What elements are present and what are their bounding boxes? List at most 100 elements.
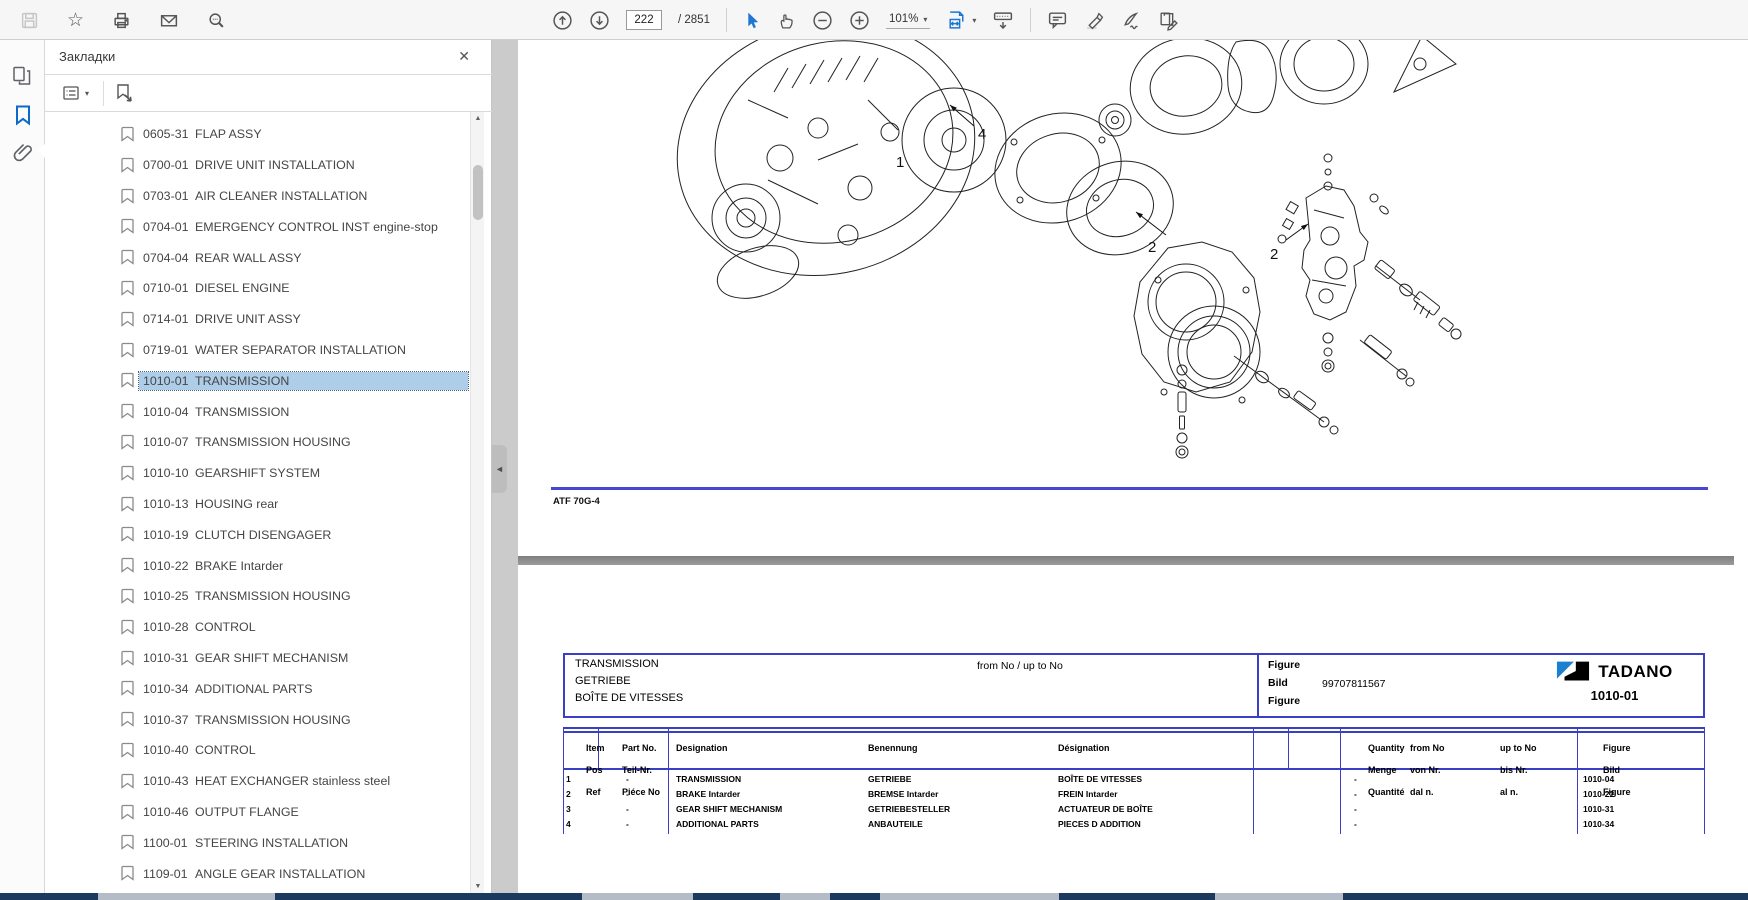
bookmark-item[interactable]: 1010-34ADDITIONAL PARTS	[45, 673, 470, 704]
bookmark-item[interactable]: 0719-01WATER SEPARATOR INSTALLATION	[45, 335, 470, 366]
chevron-down-icon: ▾	[972, 16, 976, 25]
bookmark-options-icon[interactable]: ▾	[61, 83, 89, 103]
bookmark-item[interactable]: 1010-28CONTROL	[45, 612, 470, 643]
bookmark-item[interactable]: 1010-10GEARSHIFT SYSTEM	[45, 458, 470, 489]
bookmark-icon	[121, 342, 134, 358]
bookmark-item[interactable]: 1010-04TRANSMISSION	[45, 396, 470, 427]
hand-tool-icon[interactable]	[777, 11, 796, 30]
bookmark-code: 1010-40	[143, 743, 195, 757]
taskbar-button[interactable]	[780, 893, 830, 900]
brand-name: TADANO	[1598, 662, 1672, 682]
zoom-in-icon[interactable]	[849, 10, 870, 31]
chevron-down-icon: ▾	[923, 15, 927, 24]
scroll-up-icon[interactable]: ▲	[471, 115, 485, 122]
zoom-lens-icon[interactable]	[207, 11, 226, 30]
panel-title: Закладки	[59, 49, 115, 64]
zoom-out-icon[interactable]	[812, 10, 833, 31]
bookmark-label: AIR CLEANER INSTALLATION	[195, 189, 367, 203]
bookmark-item[interactable]: 1010-46OUTPUT FLANGE	[45, 797, 470, 828]
scroll-down-icon[interactable]: ▼	[471, 883, 485, 890]
table-row: 2 - BRAKE Intarder BREMSE Intarder FREIN…	[563, 787, 1705, 802]
bookmark-item[interactable]: 0710-01DIESEL ENGINE	[45, 273, 470, 304]
bookmark-item[interactable]: 0700-01DRIVE UNIT INSTALLATION	[45, 150, 470, 181]
bookmark-item[interactable]: 1010-19CLUTCH DISENGAGER	[45, 519, 470, 550]
bookmark-icon	[121, 711, 134, 727]
bookmarks-header: Закладки ✕	[45, 40, 492, 75]
bookmark-label: TRANSMISSION HOUSING	[195, 713, 351, 727]
bookmark-item[interactable]: 1010-25TRANSMISSION HOUSING	[45, 581, 470, 612]
bookmark-code: 0703-01	[143, 189, 195, 203]
bookmark-code: 0700-01	[143, 158, 195, 172]
toolbar-collapse-icon[interactable]	[992, 10, 1014, 31]
table-grid-line	[1340, 727, 1341, 768]
cell-benennung: GETRIEBESTELLER	[868, 804, 950, 814]
bookmark-label: TRANSMISSION	[195, 405, 289, 419]
save-icon[interactable]	[20, 11, 39, 30]
taskbar-button[interactable]	[98, 893, 275, 900]
bookmark-code: 1010-04	[143, 405, 195, 419]
bookmark-item[interactable]: 1010-01TRANSMISSION	[45, 365, 470, 396]
bookmark-code: 1100-01	[143, 836, 195, 850]
bookmark-icon	[121, 218, 134, 234]
transmission-exploded-diagram: 1 4 2 2	[518, 40, 1734, 556]
print-icon[interactable]	[112, 11, 131, 30]
bookmark-item[interactable]: 1010-40CONTROL	[45, 735, 470, 766]
bookmark-item[interactable]: 0703-01AIR CLEANER INSTALLATION	[45, 181, 470, 212]
cell-benennung: BREMSE Intarder	[868, 789, 938, 799]
highlighter-icon[interactable]	[1084, 10, 1105, 30]
collapse-panel-icon[interactable]: ◄	[492, 445, 507, 493]
page-number-input[interactable]: 222	[626, 10, 662, 30]
bookmarks-toolbar: ▾	[45, 75, 492, 112]
bookmark-item[interactable]: 1010-37TRANSMISSION HOUSING	[45, 704, 470, 735]
bookmarks-panel-icon[interactable]	[10, 102, 36, 128]
bookmark-item[interactable]: 1010-13HOUSING rear	[45, 489, 470, 520]
oil-spec-footnote: ATF 70G-4	[553, 496, 600, 507]
diagram-label-4: 4	[978, 126, 986, 143]
locate-bookmark-icon[interactable]	[113, 82, 135, 104]
bookmark-item[interactable]: 0605-31FLAP ASSY	[45, 119, 470, 150]
next-page-icon[interactable]	[589, 10, 610, 31]
rail-selected-notch	[38, 144, 45, 158]
bookmark-item[interactable]: 1010-22BRAKE Intarder	[45, 550, 470, 581]
windows-taskbar[interactable]	[0, 893, 1748, 900]
bookmark-item[interactable]: 1100-01STEERING INSTALLATION	[45, 827, 470, 858]
taskbar-button[interactable]	[880, 893, 1059, 900]
bookmark-item[interactable]: 1010-43HEAT EXCHANGER stainless steel	[45, 766, 470, 797]
bookmark-item[interactable]: 0704-04REAR WALL ASSY	[45, 242, 470, 273]
star-icon[interactable]: ☆	[67, 11, 84, 30]
cell-part-no: -	[626, 819, 629, 829]
close-icon[interactable]: ✕	[458, 48, 470, 65]
taskbar-button[interactable]	[1215, 893, 1343, 900]
edit-pdf-icon[interactable]	[1158, 10, 1180, 31]
select-tool-icon[interactable]	[743, 11, 761, 30]
taskbar-button[interactable]	[582, 893, 693, 900]
previous-page-icon[interactable]	[552, 10, 573, 31]
page-thumbnails-icon[interactable]	[10, 64, 34, 88]
comment-icon[interactable]	[1047, 10, 1068, 30]
toolbar-divider	[103, 81, 104, 106]
email-icon[interactable]	[159, 11, 179, 30]
bookmark-icon	[121, 496, 134, 512]
table-grid-line	[1288, 727, 1289, 768]
bookmark-code: 0605-31	[143, 127, 195, 141]
document-area: 1 4 2 2 ATF 70G-4 TRANSMISSION GETRIEBE …	[518, 40, 1734, 893]
panel-splitter[interactable]: ◄	[492, 40, 518, 893]
bookmark-item[interactable]: 1109-01ANGLE GEAR INSTALLATION	[45, 858, 470, 889]
zoom-level-select[interactable]: 101% ▾	[886, 11, 930, 29]
col-header-benennung: Benennung	[868, 743, 918, 754]
bookmark-item[interactable]: 1010-31GEAR SHIFT MECHANISM	[45, 643, 470, 674]
fit-width-icon[interactable]: ▾	[946, 9, 976, 31]
cell-designation: TRANSMISSION	[676, 774, 741, 784]
serial-range-label: from No / up to No	[977, 660, 1063, 672]
bookmarks-scrollbar[interactable]: ▲ ▼	[470, 112, 484, 893]
bookmark-item[interactable]: 0704-01EMERGENCY CONTROL INST engine-sto…	[45, 211, 470, 242]
scrollbar-thumb[interactable]	[473, 165, 483, 220]
bookmark-icon	[121, 157, 134, 173]
bookmark-code: 1010-10	[143, 466, 195, 480]
bookmark-label: CONTROL	[195, 743, 256, 757]
attachments-icon[interactable]	[10, 140, 35, 165]
bookmark-icon	[121, 742, 134, 758]
fill-sign-icon[interactable]	[1121, 10, 1142, 30]
bookmark-item[interactable]: 0714-01DRIVE UNIT ASSY	[45, 304, 470, 335]
bookmark-item[interactable]: 1010-07TRANSMISSION HOUSING	[45, 427, 470, 458]
